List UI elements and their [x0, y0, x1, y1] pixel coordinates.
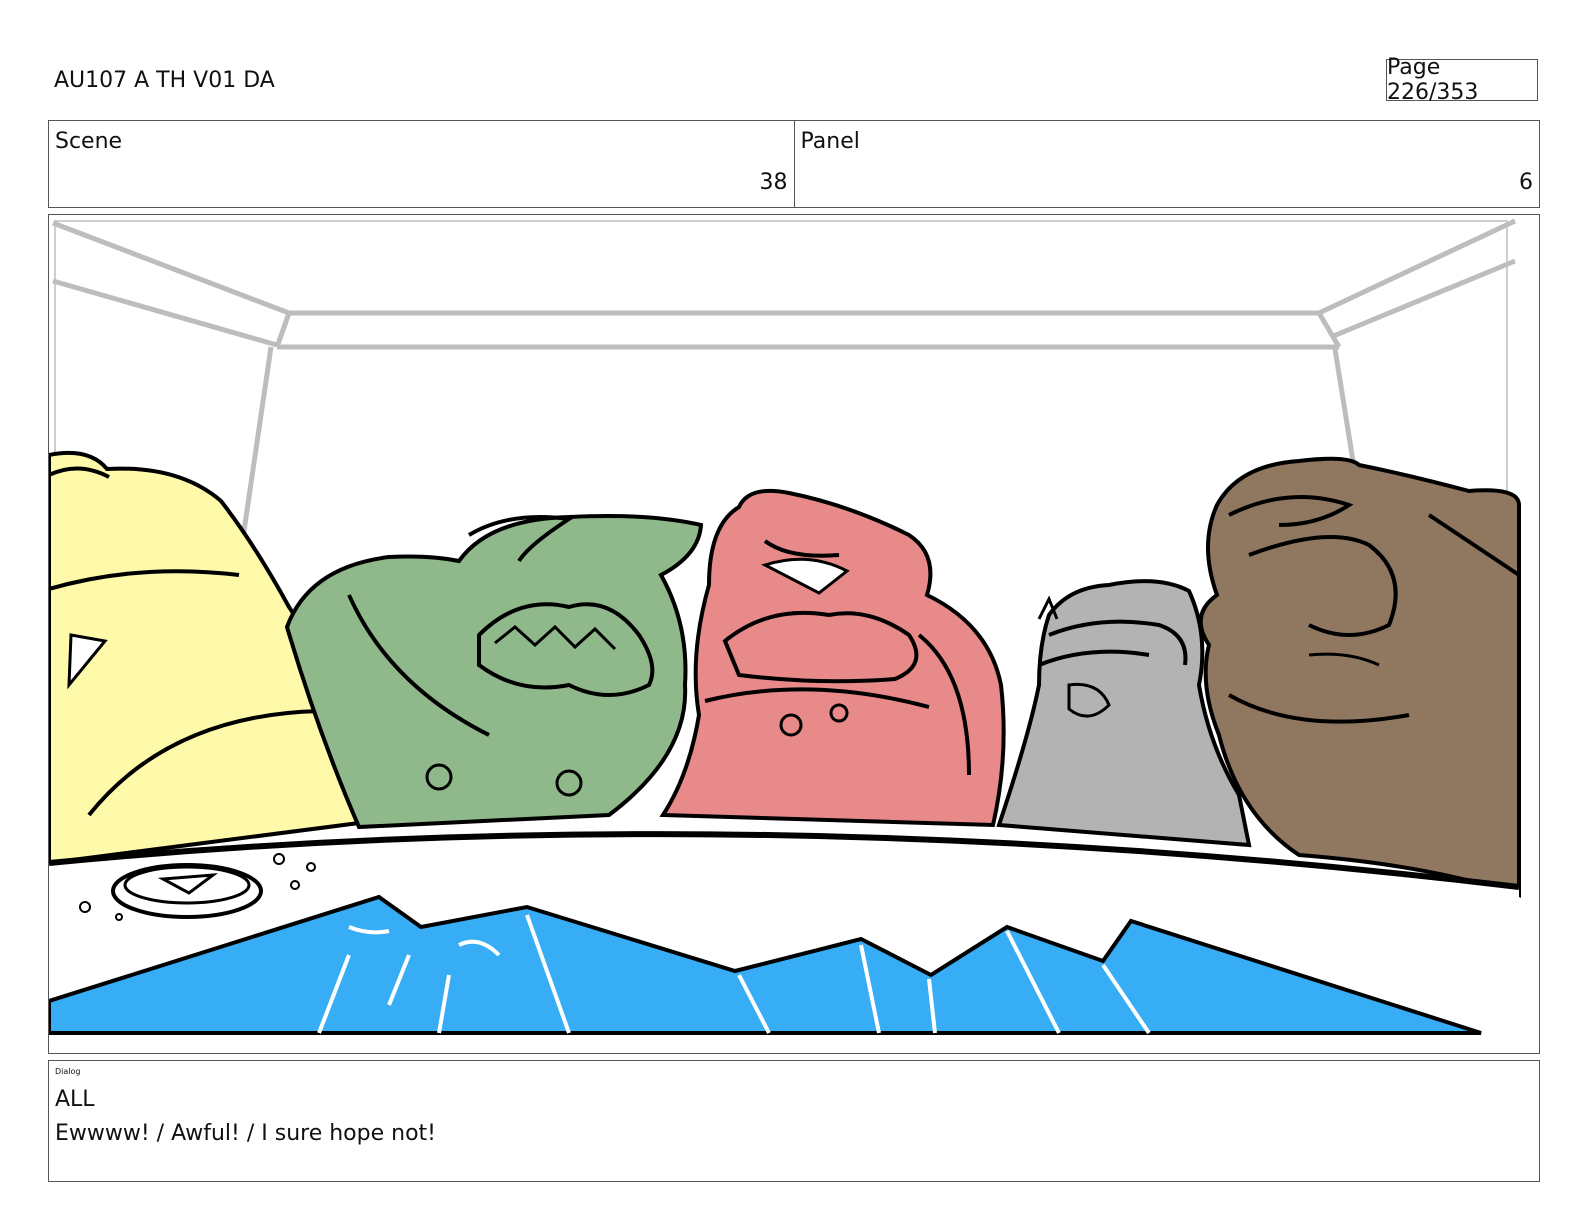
- panel-number: 6: [1519, 170, 1533, 195]
- storyboard-illustration: [49, 218, 1521, 1053]
- page-indicator-label: Page 226/353: [1387, 55, 1479, 105]
- panel-cell: Panel 6: [793, 121, 1540, 207]
- document-title: AU107 A TH V01 DA: [54, 68, 275, 93]
- pink-character: [659, 488, 1006, 828]
- dialog-box: Dialog ALL Ewwww! / Awful! / I sure hope…: [48, 1060, 1540, 1182]
- scene-cell: Scene 38: [49, 121, 794, 207]
- panel-label: Panel: [800, 129, 860, 154]
- scene-panel-row: Scene 38 Panel 6: [48, 120, 1540, 208]
- dialog-label: Dialog: [55, 1067, 81, 1076]
- scene-label: Scene: [55, 129, 123, 154]
- scene-number: 38: [759, 170, 788, 195]
- dialog-speaker: ALL: [55, 1087, 95, 1112]
- storyboard-panel: [48, 214, 1540, 1054]
- green-character: [284, 514, 704, 830]
- brown-character: [1198, 456, 1521, 898]
- dialog-line: Ewwww! / Awful! / I sure hope not!: [55, 1121, 436, 1146]
- page-indicator: Page 226/353: [1386, 55, 1538, 105]
